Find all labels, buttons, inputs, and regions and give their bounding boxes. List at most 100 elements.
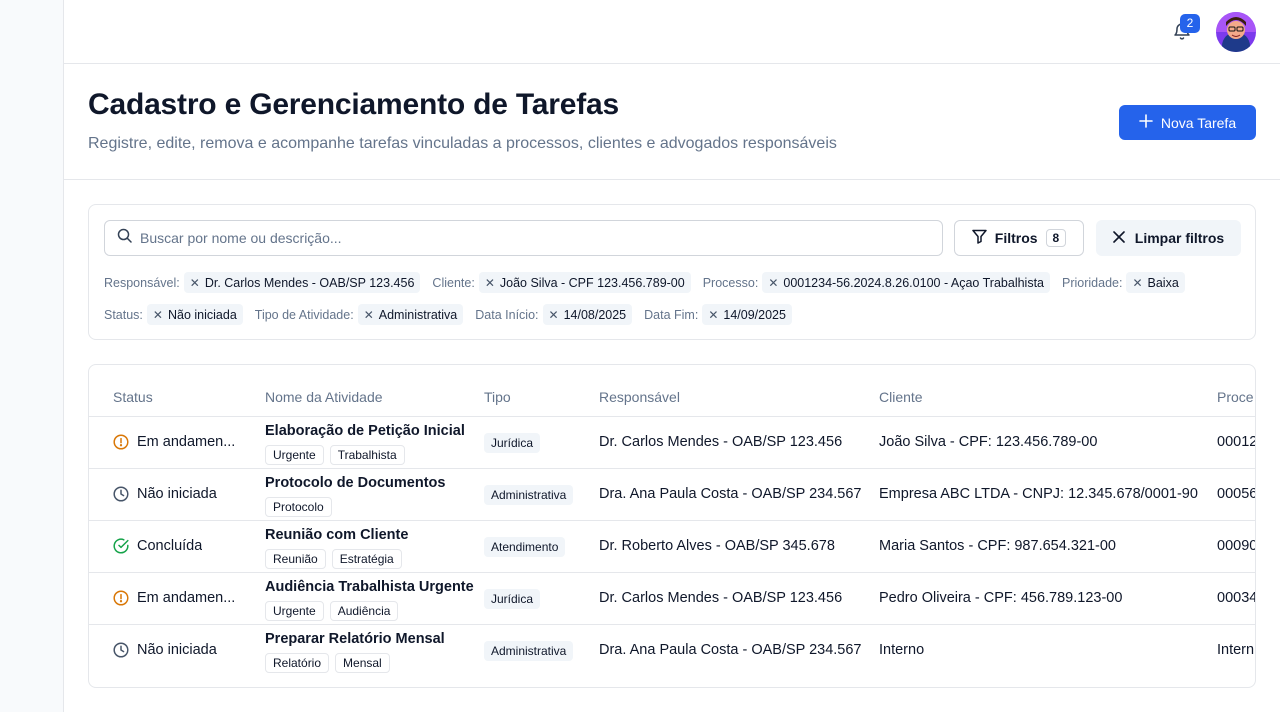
filter-chip[interactable]: ✕ Administrativa [357, 304, 464, 325]
page-title: Cadastro e Gerenciamento de Tarefas [88, 88, 619, 121]
page-header: Cadastro e Gerenciamento de Tarefas Regi… [64, 64, 1280, 180]
topbar: 2 [64, 0, 1280, 64]
tag: Estratégia [331, 549, 402, 569]
responsible-cell: Dra. Ana Paula Costa - OAB/SP 234.567 [599, 642, 862, 658]
column-header-responsible[interactable]: Responsável [599, 389, 680, 405]
page-subtitle: Registre, edite, remova e acompanhe tare… [88, 135, 837, 152]
search-icon [117, 228, 132, 248]
remove-icon[interactable]: ✕ [768, 276, 778, 290]
alert-circle-icon [113, 590, 129, 606]
alert-circle-icon [113, 434, 129, 450]
process-cell: 00012 [1217, 434, 1256, 450]
notification-badge: 2 [1180, 14, 1200, 33]
remove-icon[interactable]: ✕ [549, 308, 559, 322]
filter-chip[interactable]: ✕ 0001234-56.2024.8.26.0100 - Açao Trabal… [762, 272, 1050, 293]
tag: Mensal [335, 653, 390, 673]
avatar[interactable] [1216, 12, 1256, 52]
status-cell: Não iniciada [113, 486, 217, 502]
responsible-cell: Dr. Carlos Mendes - OAB/SP 123.456 [599, 434, 843, 450]
task-tags: Protocolo [265, 497, 332, 517]
column-header-type[interactable]: Tipo [484, 389, 511, 405]
filters-button[interactable]: Filtros 8 [954, 220, 1084, 256]
clear-filters-button[interactable]: Limpar filtros [1096, 220, 1241, 256]
active-filters-row: Status: ✕ Não iniciada Tipo de Atividade:… [104, 304, 792, 325]
status-text: Em andamen... [137, 590, 236, 606]
check-circle-icon [113, 538, 129, 554]
client-cell: João Silva - CPF: 123.456.789-00 [879, 434, 1098, 450]
task-name[interactable]: Reunião com Cliente [265, 527, 408, 543]
filter-chip-value: 14/08/2025 [563, 307, 627, 322]
filter-status: Status: ✕ Não iniciada [104, 304, 243, 325]
filter-label: Tipo de Atividade: [254, 307, 354, 322]
filter-chip-value: 14/09/2025 [723, 307, 786, 322]
task-tags: Urgente Audiência [265, 601, 399, 621]
status-cell: Não iniciada [113, 642, 217, 658]
filter-chip-value: Não iniciada [167, 307, 237, 322]
search-input[interactable] [140, 230, 920, 246]
search-box[interactable] [104, 220, 943, 256]
filters-count-badge: 8 [1045, 229, 1067, 247]
type-badge: Administrativa [484, 641, 574, 661]
task-tags: Reunião Estratégia [265, 549, 402, 569]
filter-chip-value: 0001234-56.2024.8.26.0100 - Açao Trabalh… [783, 275, 1044, 290]
filters-label: Filtros [994, 230, 1038, 246]
filter-priority: Prioridade: ✕ Baixa [1062, 272, 1185, 293]
filter-label: Responsável: [104, 275, 180, 290]
table-row[interactable]: Não iniciada Protocolo de Documentos Pro… [89, 469, 1256, 521]
table-row[interactable]: Em andamen... Elaboração de Petição Inic… [89, 417, 1256, 469]
filter-label: Cliente: [432, 275, 475, 290]
column-header-client[interactable]: Cliente [879, 389, 923, 405]
table-row[interactable]: Concluída Reunião com Cliente Reunião Es… [89, 521, 1255, 573]
filter-label: Status: [104, 307, 143, 322]
remove-icon[interactable]: ✕ [485, 276, 495, 290]
close-icon [1112, 230, 1125, 246]
remove-icon[interactable]: ✕ [153, 308, 163, 322]
task-tags: Relatório Mensal [265, 653, 390, 673]
tag: Audiência [329, 601, 399, 621]
client-cell: Maria Santos - CPF: 987.654.321-00 [879, 538, 1116, 554]
remove-icon[interactable]: ✕ [190, 276, 200, 290]
task-name[interactable]: Elaboração de Petição Inicial [265, 423, 465, 439]
tag: Urgente [265, 601, 324, 621]
table-row[interactable]: Em andamen... Audiência Trabalhista Urge… [89, 573, 1255, 625]
status-text: Não iniciada [137, 486, 217, 502]
filter-chip-value: João Silva - CPF 123.456.789-00 [499, 275, 685, 290]
filter-chip[interactable]: ✕ 14/09/2025 [702, 304, 792, 325]
new-task-button[interactable]: Nova Tarefa [1119, 105, 1256, 140]
task-name[interactable]: Protocolo de Documentos [265, 475, 445, 491]
tasks-table: Status Nome da Atividade Tipo Responsáve… [88, 364, 1256, 688]
filter-chip-value: Dr. Carlos Mendes - OAB/SP 123.456 [204, 275, 415, 290]
remove-icon[interactable]: ✕ [708, 308, 718, 322]
filter-start-date: Data Início: ✕ 14/08/2025 [475, 304, 633, 325]
tag: Urgente [265, 445, 324, 465]
filter-icon [972, 229, 987, 247]
tag: Protocolo [265, 497, 332, 517]
filter-chip[interactable]: ✕ Dr. Carlos Mendes - OAB/SP 123.456 [183, 272, 421, 293]
remove-icon[interactable]: ✕ [1132, 276, 1142, 290]
task-name[interactable]: Audiência Trabalhista Urgente [265, 579, 474, 595]
filter-process: Processo: ✕ 0001234-56.2024.8.26.0100 - A… [703, 272, 1050, 293]
responsible-cell: Dr. Carlos Mendes - OAB/SP 123.456 [599, 590, 843, 606]
column-header-process[interactable]: Proce [1217, 389, 1254, 405]
filter-panel: Filtros 8 Limpar filtros Responsável: ✕D… [88, 204, 1256, 340]
filter-chip[interactable]: ✕ 14/08/2025 [542, 304, 633, 325]
responsible-cell: Dr. Roberto Alves - OAB/SP 345.678 [599, 538, 835, 554]
remove-icon[interactable]: ✕ [364, 308, 374, 322]
filter-label: Prioridade: [1062, 275, 1123, 290]
filter-chip[interactable]: ✕ João Silva - CPF 123.456.789-00 [478, 272, 691, 293]
filter-label: Data Início: [475, 307, 539, 322]
status-text: Em andamen... [137, 434, 236, 450]
task-name[interactable]: Preparar Relatório Mensal [265, 631, 445, 647]
task-tags: Urgente Trabalhista [265, 445, 405, 465]
sidebar [0, 0, 64, 712]
filter-chip[interactable]: ✕ Baixa [1126, 272, 1185, 293]
column-header-status[interactable]: Status [113, 389, 153, 405]
column-header-name[interactable]: Nome da Atividade [265, 389, 383, 405]
plus-icon [1139, 114, 1153, 131]
filter-responsible: Responsável: ✕ Dr. Carlos Mendes - OAB/SP… [104, 272, 421, 293]
client-cell: Interno [879, 642, 925, 658]
table-row[interactable]: Não iniciada Preparar Relatório Mensal R… [89, 625, 1255, 677]
status-text: Concluída [137, 538, 203, 554]
process-cell: 00056 [1217, 486, 1256, 502]
filter-chip[interactable]: ✕ Não iniciada [146, 304, 243, 325]
